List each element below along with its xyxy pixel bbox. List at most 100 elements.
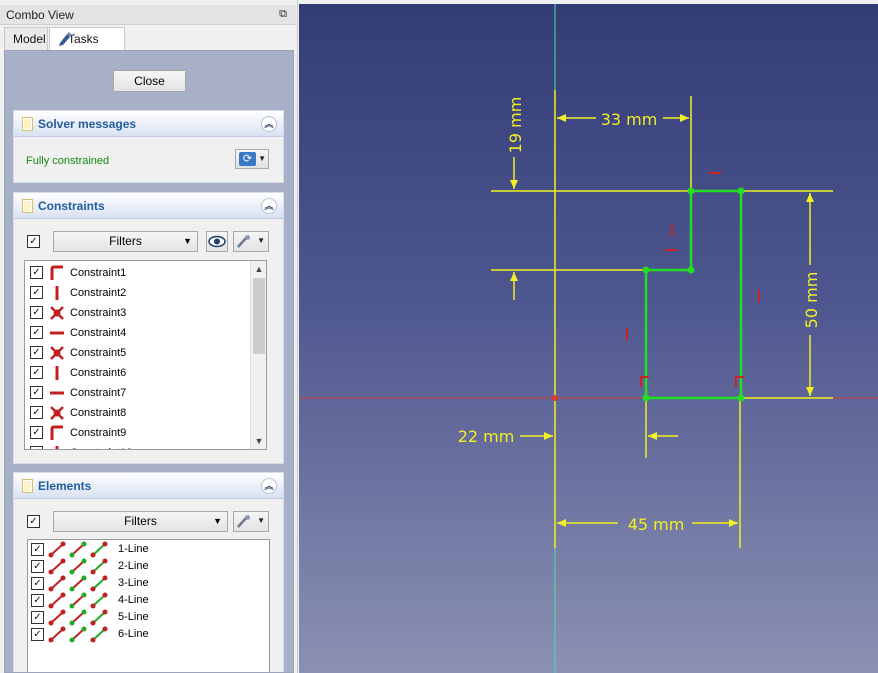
constraint-checkbox[interactable]: ✓: [30, 286, 43, 299]
element-settings-button[interactable]: ▼: [233, 511, 269, 532]
line-element-icons: [48, 541, 118, 558]
constraint-label: Constraint2: [70, 287, 127, 299]
elements-header[interactable]: Elements ︽: [14, 473, 283, 499]
constraints-title: Constraints: [38, 199, 105, 213]
chevron-down-icon: ▼: [257, 236, 265, 245]
dimension-22mm[interactable]: 22 mm: [458, 427, 515, 446]
constraint-checkbox[interactable]: ✓: [30, 366, 43, 379]
element-label: 2-Line: [118, 560, 149, 572]
scrollbar-thumb[interactable]: [253, 278, 265, 354]
solver-messages-title: Solver messages: [38, 117, 137, 131]
constraint-settings-button[interactable]: ▼: [233, 231, 269, 252]
element-row[interactable]: ✓ 2-Line: [28, 558, 269, 575]
constraints-filter-row: ✓ Filters ▼ ▼: [14, 231, 283, 253]
constraint-checkbox[interactable]: ✓: [30, 326, 43, 339]
collapse-icon[interactable]: ︽: [261, 198, 277, 214]
origin-point[interactable]: [552, 395, 558, 401]
line-element-icons: [48, 609, 118, 626]
element-checkbox[interactable]: ✓: [31, 611, 44, 624]
tab-tasks[interactable]: Tasks: [49, 27, 125, 51]
constraint-row[interactable]: ✓ Constraint8: [25, 403, 266, 423]
constraint-row[interactable]: ✓ Constraint10: [25, 443, 266, 449]
constraints-header[interactable]: Constraints ︽: [14, 193, 283, 219]
float-panel-icon[interactable]: ⧉: [276, 7, 290, 21]
constraint-checkbox[interactable]: ✓: [30, 426, 43, 439]
sketch-canvas[interactable]: 33 mm 19 mm 50 mm 22 mm 45 mm: [299, 4, 878, 673]
constraint-checkbox[interactable]: ✓: [30, 266, 43, 279]
constraints-scrollbar[interactable]: ▲ ▼: [250, 261, 266, 449]
dimension-45mm[interactable]: 45 mm: [628, 515, 685, 534]
line-element-icons: [48, 575, 118, 592]
elements-select-all-checkbox[interactable]: ✓: [27, 515, 40, 528]
element-row[interactable]: ✓ 1-Line: [28, 541, 269, 558]
constraints-filters-dropdown[interactable]: Filters ▼: [53, 231, 198, 252]
wrench-icon: [237, 515, 250, 528]
vertex[interactable]: [642, 394, 650, 402]
constraint-label: Constraint5: [70, 347, 127, 359]
element-row[interactable]: ✓ 5-Line: [28, 609, 269, 626]
refresh-button[interactable]: ⟳ ▼: [235, 149, 269, 169]
collapse-icon[interactable]: ︽: [261, 116, 277, 132]
vertical-icon: [49, 285, 65, 301]
elements-list[interactable]: ✓ 1-Line ✓ 2-Line ✓ 3-Line ✓ 4-Line ✓ 5-Line ✓ 6-Li…: [27, 539, 270, 672]
solver-messages-header[interactable]: Solver messages ︽: [14, 111, 283, 137]
sketch-view[interactable]: 33 mm 19 mm 50 mm 22 mm 45 mm: [299, 4, 878, 673]
constraint-checkbox[interactable]: ✓: [30, 446, 43, 449]
element-row[interactable]: ✓ 3-Line: [28, 575, 269, 592]
constraint-row[interactable]: ✓ Constraint4: [25, 323, 266, 343]
element-row[interactable]: ✓ 4-Line: [28, 592, 269, 609]
vertex[interactable]: [737, 187, 745, 195]
pencil-icon: [59, 32, 72, 46]
vertex[interactable]: [687, 187, 695, 195]
perpendicular-icon: [49, 425, 65, 441]
tab-model[interactable]: Model: [4, 27, 48, 50]
element-checkbox[interactable]: ✓: [31, 577, 44, 590]
dimension-50mm[interactable]: 50 mm: [802, 272, 821, 329]
visibility-button[interactable]: [206, 231, 228, 252]
close-button[interactable]: Close: [113, 70, 186, 92]
sketch-geometry[interactable]: [644, 189, 743, 400]
perpendicular-icon: [49, 265, 65, 281]
constraint-checkbox[interactable]: ✓: [30, 406, 43, 419]
dimension-lines: [491, 90, 833, 548]
element-checkbox[interactable]: ✓: [31, 560, 44, 573]
scroll-down-icon[interactable]: ▼: [251, 433, 266, 449]
sketch-profile[interactable]: [644, 189, 743, 400]
solver-messages-box: Solver messages ︽ Fully constrained ⟳ ▼: [13, 110, 284, 183]
dimension-19mm[interactable]: 19 mm: [506, 97, 525, 154]
constraint-row[interactable]: ✓ Constraint3: [25, 303, 266, 323]
constraints-box: Constraints ︽ ✓ Filters ▼ ▼ ✓ Constraint…: [13, 192, 284, 464]
constraint-checkbox[interactable]: ✓: [30, 306, 43, 319]
combo-tabs: Model Tasks: [2, 27, 296, 51]
document-icon: [22, 479, 33, 493]
element-row[interactable]: ✓ 6-Line: [28, 626, 269, 643]
vertex[interactable]: [737, 394, 745, 402]
collapse-icon[interactable]: ︽: [261, 478, 277, 494]
combo-view-title: Combo View: [6, 8, 74, 22]
constraint-label: Constraint8: [70, 407, 127, 419]
constraint-label: Constraint9: [70, 427, 127, 439]
constraint-checkbox[interactable]: ✓: [30, 386, 43, 399]
constraint-row[interactable]: ✓ Constraint6: [25, 363, 266, 383]
sketch-vertices[interactable]: [642, 187, 745, 402]
vertex[interactable]: [642, 266, 650, 274]
element-label: 6-Line: [118, 628, 149, 640]
dimension-33mm[interactable]: 33 mm: [601, 110, 658, 129]
constraint-row[interactable]: ✓ Constraint9: [25, 423, 266, 443]
element-checkbox[interactable]: ✓: [31, 628, 44, 641]
constraint-row[interactable]: ✓ Constraint7: [25, 383, 266, 403]
vertex[interactable]: [687, 266, 695, 274]
element-checkbox[interactable]: ✓: [31, 594, 44, 607]
constraint-row[interactable]: ✓ Constraint2: [25, 283, 266, 303]
constraints-list[interactable]: ✓ Constraint1 ✓ Constraint2 ✓ Constraint3 ✓ Con…: [24, 260, 267, 450]
constraint-row[interactable]: ✓ Constraint1: [25, 263, 266, 283]
elements-filters-dropdown[interactable]: Filters ▼: [53, 511, 228, 532]
element-checkbox[interactable]: ✓: [31, 543, 44, 556]
constraint-checkbox[interactable]: ✓: [30, 346, 43, 359]
line-element-icons: [48, 592, 118, 609]
constraint-row[interactable]: ✓ Constraint5: [25, 343, 266, 363]
scroll-up-icon[interactable]: ▲: [251, 261, 266, 277]
refresh-icon: ⟳: [239, 152, 256, 166]
constraint-label: Constraint7: [70, 387, 127, 399]
constraints-select-all-checkbox[interactable]: ✓: [27, 235, 40, 248]
